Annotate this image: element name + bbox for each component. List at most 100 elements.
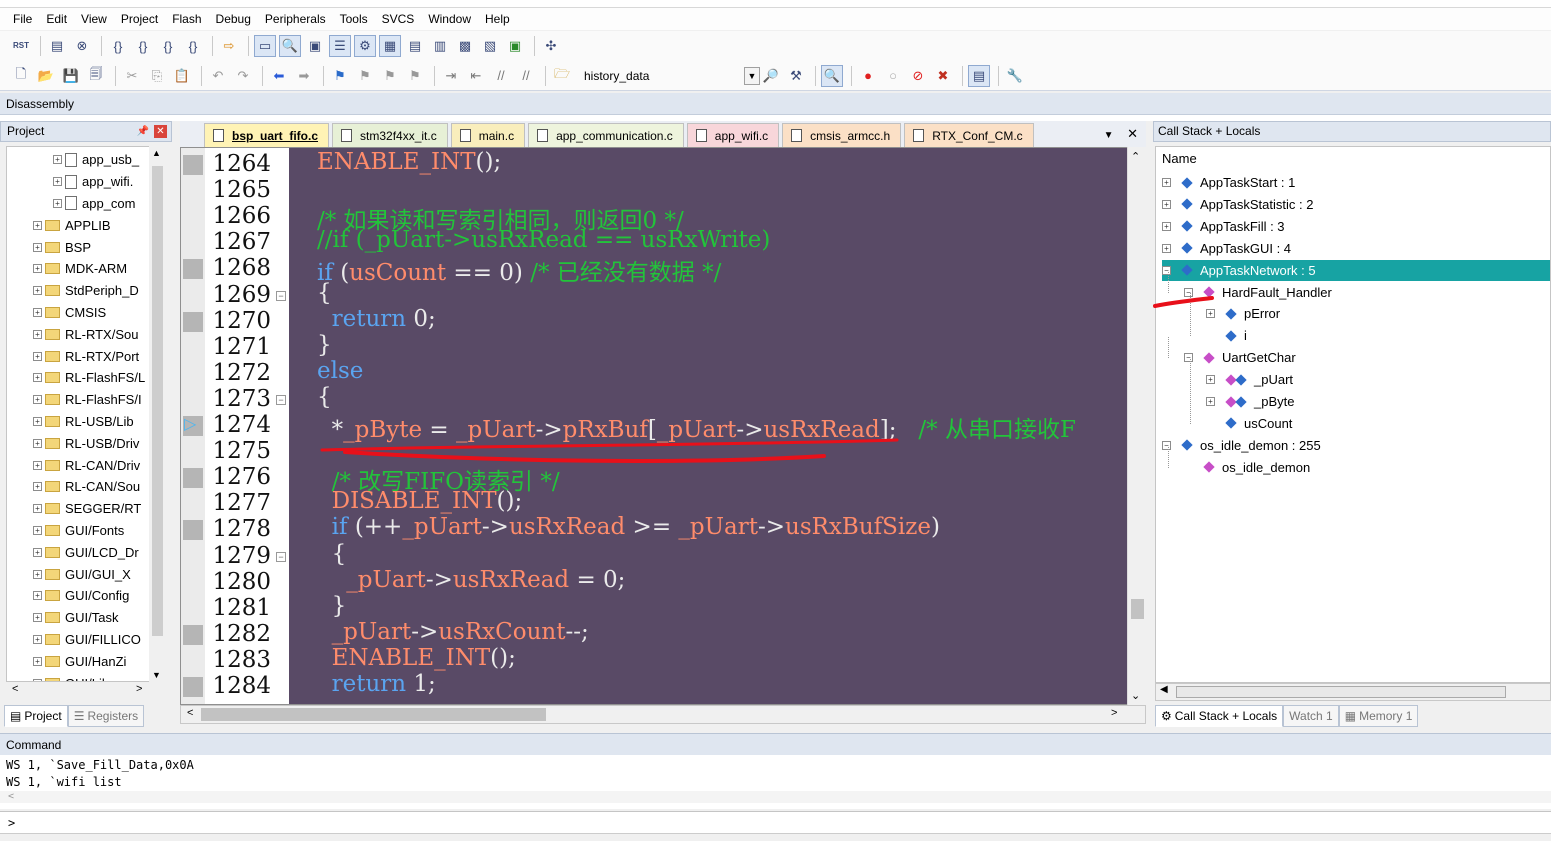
project-tree-item[interactable]: + app_com [7,193,153,215]
project-tree-item[interactable]: + app_wifi. [7,171,153,193]
callstack-row[interactable]: − AppTaskNetwork : 5 [1162,259,1550,281]
indent-icon[interactable]: ⇥ [440,65,462,87]
code-line[interactable]: //if (_pUart->usRxRead == usRxWrite) [317,227,770,253]
project-tree-item[interactable]: + app_usb_ [7,149,153,171]
project-tree-item[interactable]: + MDK-ARM [7,258,153,280]
code-editor[interactable]: 1264 1265 1266 1267 1268 1269−1270 1271 1272 127… [180,147,1146,705]
expand-icon[interactable]: + [33,242,42,252]
expand-icon[interactable]: + [1206,375,1215,385]
expand-icon[interactable]: + [33,547,42,557]
find-combo[interactable]: history_data ▼ [580,66,760,86]
system-viewer-icon[interactable]: ▣ [504,35,526,57]
redo-icon[interactable]: ↷ [232,65,254,87]
code-line[interactable]: if (usCount == 0) /* 已经没有数据 */ [317,253,721,287]
expand-icon[interactable]: + [33,525,42,535]
expand-icon[interactable]: + [33,460,42,470]
run-to-cursor-icon[interactable]: {} [182,35,204,57]
executable-line-marker[interactable] [183,468,203,489]
expand-icon[interactable]: + [33,569,42,579]
callstack-horizontal-scrollbar[interactable]: ◀ [1155,683,1551,701]
disassembly-window-icon[interactable]: 🔍 [279,35,301,57]
symbols-window-icon[interactable]: ▣ [304,35,326,57]
navigate-forward-icon[interactable]: ➡ [293,65,315,87]
expand-icon[interactable]: + [33,264,42,274]
next-bookmark-icon[interactable]: ⚑ [379,65,401,87]
step-into-icon[interactable]: {} [107,35,129,57]
editor-tab[interactable]: cmsis_armcc.h [782,123,902,147]
editor-tab[interactable]: RTX_Conf_CM.c [904,123,1034,147]
scroll-right-icon[interactable]: > [1111,707,1117,719]
expand-icon[interactable]: + [33,482,42,492]
menu-window[interactable]: Window [421,12,478,26]
executable-line-marker[interactable] [183,520,203,541]
callstack-row[interactable]: − HardFault_Handler [1184,282,1550,303]
code-line[interactable]: _pUart->usRxCount--; [317,619,589,645]
tab-call-stack-locals[interactable]: ⚙ Call Stack + Locals [1155,705,1284,727]
comment-icon[interactable]: // [490,65,512,87]
disable-breakpoints-icon[interactable]: ⊘ [907,65,929,87]
scroll-down-icon[interactable]: ⌄ [1131,689,1140,702]
pin-icon[interactable]: 📌 [137,122,149,141]
close-tab-icon[interactable]: ✕ [1127,126,1138,141]
callstack-row[interactable]: + _pByte [1206,391,1550,412]
project-tree-item[interactable]: + RL-USB/Driv [7,432,153,454]
fold-toggle-icon[interactable]: − [276,551,286,562]
analysis-window-icon[interactable]: ▩ [454,35,476,57]
executable-line-marker[interactable] [183,624,203,645]
project-tree-item[interactable]: + BSP [7,236,153,258]
callstack-row[interactable]: − UartGetChar [1184,347,1550,368]
project-tree-item[interactable]: + RL-FlashFS/L [7,367,153,389]
expand-icon[interactable]: + [33,613,42,623]
expand-icon[interactable]: + [33,416,42,426]
scroll-down-icon[interactable]: ▼ [152,670,161,680]
collapse-icon[interactable]: − [1184,287,1193,297]
callstack-row[interactable]: + AppTaskGUI : 4 [1162,238,1550,259]
code-line[interactable]: _pUart->usRxRead = 0; [317,567,625,593]
expand-icon[interactable]: + [33,591,42,601]
scroll-left-icon[interactable]: ◀ [1160,684,1168,695]
save-all-icon[interactable]: 🗐 [85,65,107,87]
expand-icon[interactable]: + [33,656,42,666]
code-line[interactable]: { [317,541,347,567]
command-window-icon[interactable]: ▭ [254,35,276,57]
command-horizontal-scrollbar[interactable]: < [0,791,1551,803]
expand-icon[interactable]: + [33,220,42,230]
editor-tab[interactable]: app_wifi.c [686,123,780,147]
expand-icon[interactable]: + [33,504,42,514]
editor-tab[interactable]: bsp_uart_fifo.c [204,123,330,147]
scroll-up-icon[interactable]: ▲ [152,148,161,158]
step-out-icon[interactable]: {} [157,35,179,57]
scrollbar-thumb[interactable] [1176,686,1506,698]
menu-debug[interactable]: Debug [209,12,258,26]
project-tree-item[interactable]: + RL-CAN/Sou [7,476,153,498]
expand-icon[interactable]: + [53,198,62,208]
serial-window-icon[interactable]: ▥ [429,35,451,57]
find-icon[interactable]: 🔎 [760,65,782,87]
code-line[interactable]: { [317,280,332,306]
enable-breakpoint-icon[interactable]: ○ [882,65,904,87]
scroll-right-icon[interactable]: > [136,683,142,695]
open-file-icon[interactable]: 📂 [35,65,57,87]
project-tree-item[interactable]: + RL-USB/Lib [7,411,153,433]
kill-breakpoints-icon[interactable]: ✖ [932,65,954,87]
callstack-row[interactable]: +os_idle_demon [1184,457,1550,478]
expand-icon[interactable]: + [33,373,42,383]
toolbox-icon[interactable]: ✣ [540,35,562,57]
project-tree-item[interactable]: + RL-CAN/Driv [7,454,153,476]
code-line[interactable]: ENABLE_INT(); [317,645,516,671]
menu-file[interactable]: File [6,12,39,26]
executable-line-marker[interactable] [183,677,203,697]
expand-icon[interactable]: + [33,286,42,296]
callstack-row[interactable]: + AppTaskStart : 1 [1162,172,1550,193]
code-line[interactable]: } [317,332,332,358]
callstack-row[interactable]: − os_idle_demon : 255 [1162,435,1550,456]
expand-icon[interactable]: + [33,307,42,317]
tab-list-dropdown-icon[interactable]: ▼ [1104,130,1114,141]
show-next-statement-icon[interactable]: ⇨ [218,35,240,57]
debug-session-icon[interactable]: 🔍 [821,64,843,87]
editor-horizontal-scrollbar[interactable]: < > [180,705,1146,724]
code-line[interactable]: DISABLE_INT(); [317,488,523,514]
editor-tab[interactable]: main.c [450,123,526,147]
incremental-find-icon[interactable]: ⚒ [785,65,807,87]
watch-window-icon[interactable]: ▦ [379,35,401,57]
